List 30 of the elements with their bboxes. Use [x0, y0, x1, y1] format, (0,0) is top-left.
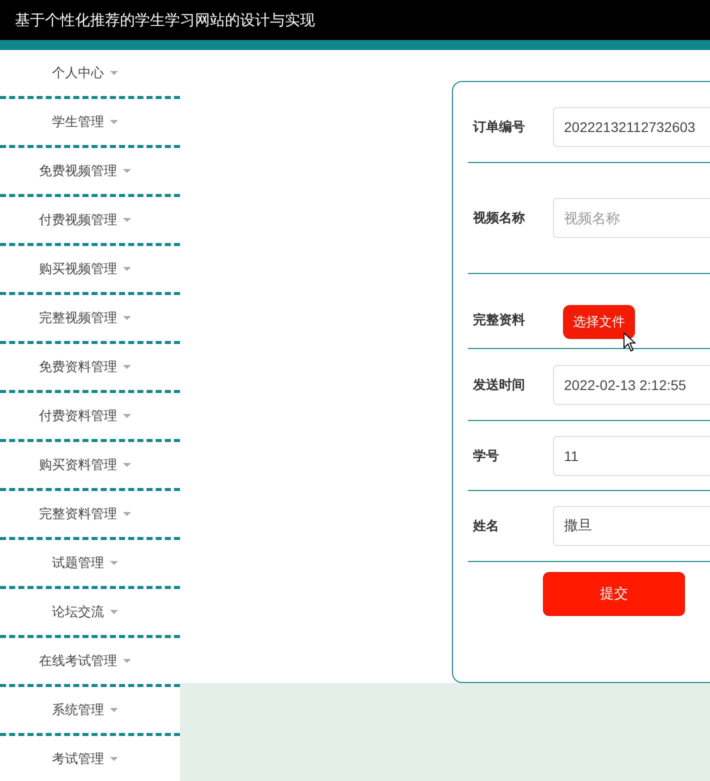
caret-icon [123, 512, 131, 516]
caret-icon [110, 708, 118, 712]
caret-icon [123, 659, 131, 663]
input-field[interactable]: 11 [553, 436, 710, 476]
caret-icon [110, 561, 118, 565]
choose-file-button[interactable]: 选择文件 [563, 305, 635, 339]
field-label: 完整资料 [473, 312, 526, 329]
submit-button[interactable]: 提交 [543, 572, 685, 616]
caret-icon [110, 610, 118, 614]
mouse-cursor-icon [623, 332, 637, 352]
field-label: 视频名称 [473, 210, 526, 227]
caret-icon [123, 414, 131, 418]
input-field[interactable]: 撒旦 [553, 506, 710, 546]
site-title: 基于个性化推荐的学生学习网站的设计与实现 [15, 10, 315, 30]
input-field[interactable]: 视频名称 [553, 198, 710, 238]
input-field[interactable]: 2022-02-13 2:12:55 [553, 364, 710, 404]
field-label: 姓名 [473, 518, 500, 535]
caret-icon [110, 71, 118, 75]
caret-icon [123, 169, 131, 173]
caret-icon [123, 316, 131, 320]
caret-icon [110, 120, 118, 124]
caret-icon [123, 267, 131, 271]
caret-icon [123, 463, 131, 467]
caret-icon [110, 757, 118, 761]
field-label: 学号 [473, 448, 500, 464]
field-label: 发送时间 [473, 376, 526, 394]
caret-icon [123, 218, 131, 222]
input-field[interactable]: 20222132112732603 [553, 107, 710, 147]
field-label: 订单编号 [473, 118, 526, 136]
caret-icon [123, 365, 131, 369]
